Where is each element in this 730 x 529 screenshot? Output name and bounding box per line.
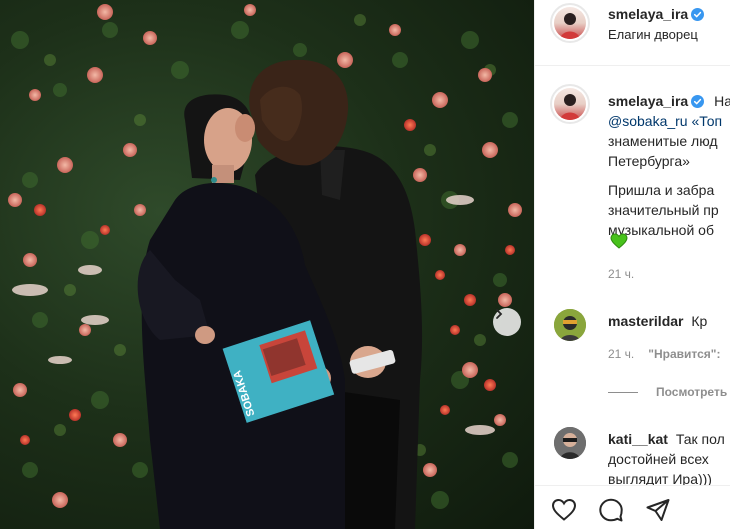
view-replies-button[interactable]: Посмотреть (656, 385, 727, 399)
avatar-image (554, 427, 586, 459)
post-author-avatar[interactable] (550, 3, 590, 43)
comment-avatar[interactable] (554, 427, 586, 459)
caption-text-start: На (714, 93, 730, 109)
photo-artwork: SOBAKA (8, 4, 522, 529)
caption-username[interactable]: smelaya_ira (608, 93, 688, 109)
caption-mention[interactable]: @sobaka_ru «Топ (608, 111, 722, 131)
replies-divider (608, 392, 638, 393)
avatar-image (554, 309, 586, 341)
post-photo[interactable]: SOBAKA (0, 0, 534, 529)
avatar-image (560, 94, 580, 120)
comment-icon (599, 498, 623, 522)
chevron-right-icon (496, 309, 503, 319)
caption-line: значительный пр (608, 202, 719, 218)
post-author-name[interactable]: smelaya_ira (608, 6, 688, 22)
post-header: smelaya_ira Елагин дворец (535, 0, 730, 66)
post-side-panel: smelaya_ira Елагин дворец smelaya_ira На… (534, 0, 730, 529)
comment-text: достойней всех (608, 451, 709, 467)
comment-button[interactable] (598, 498, 624, 525)
comment-avatar[interactable] (554, 309, 586, 341)
next-photo-button[interactable] (493, 308, 521, 336)
paper-plane-icon (646, 499, 670, 521)
share-button[interactable] (645, 498, 671, 525)
like-button[interactable] (551, 498, 577, 525)
comment: masterildar Кр (608, 313, 707, 329)
post-author-username[interactable]: smelaya_ira (608, 6, 705, 22)
comment-likes-label[interactable]: "Нравится": (648, 347, 720, 361)
caption-timestamp[interactable]: 21 ч. (608, 267, 634, 281)
comment: kati__kat Так пол (608, 429, 725, 449)
verified-badge-icon (691, 8, 705, 21)
heart-icon (551, 498, 577, 521)
post-actions-bar (535, 485, 730, 529)
comment-timestamp[interactable]: 21 ч. (608, 347, 634, 361)
caption-line: Пришла и забра (608, 182, 715, 198)
post-location[interactable]: Елагин дворец (608, 27, 698, 42)
avatar-image (560, 13, 580, 39)
comment-text: Так пол (675, 431, 725, 447)
caption-header: smelaya_ira На (608, 93, 730, 109)
comment-meta: 21 ч. "Нравится": (608, 347, 720, 361)
verified-badge-icon (691, 95, 705, 108)
green-heart-emoji (610, 233, 628, 249)
comment-username[interactable]: masterildar (608, 313, 683, 329)
caption-line: знаменитые люд (608, 133, 718, 149)
caption-line: Петербурга» (608, 153, 690, 169)
comment-text: Кр (691, 313, 708, 329)
comment-username[interactable]: kati__kat (608, 431, 668, 447)
caption-avatar[interactable] (550, 84, 590, 124)
